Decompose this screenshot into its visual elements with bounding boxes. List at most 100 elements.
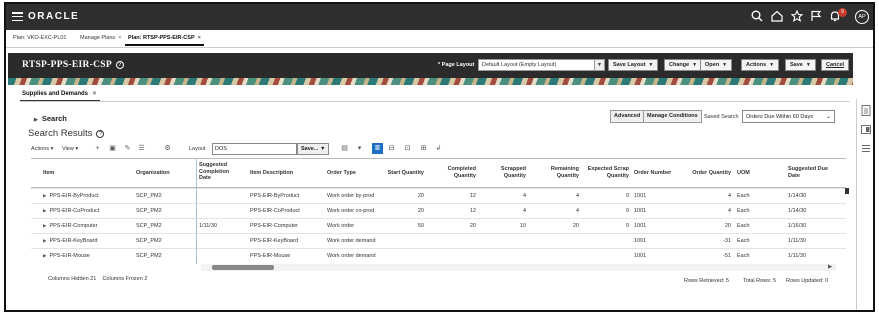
expand-row-icon[interactable]: ▶ [43, 208, 46, 213]
cell-org: SCP_PM2 [136, 193, 162, 199]
chevron-down-icon[interactable]: ▾ [355, 144, 364, 154]
search-section-toggle[interactable]: ▶ Search [34, 114, 67, 123]
expand-row-icon[interactable]: ▶ [43, 223, 46, 228]
cell-text: SCP_PM2 [136, 223, 162, 229]
cell-desc: PPS-EIR-ByProduct [250, 193, 299, 199]
results-layout-select[interactable]: DOS ▼ [212, 143, 306, 155]
freeze-icon[interactable]: ▥ [372, 143, 383, 154]
actions-button[interactable]: Actions ▼ [741, 59, 780, 71]
cell-scrapped: 4 [491, 208, 526, 214]
table-row[interactable]: ▶ PPS-EIR-KeyBoard SCP_PM2 PPS-EIR-KeyBoard… [31, 233, 846, 248]
columns-icon[interactable]: ▤ [340, 144, 349, 154]
button-label: Save Layout [613, 62, 646, 68]
open-button[interactable]: Open ▼ [700, 59, 733, 71]
collapse-icon[interactable]: ⊡ [403, 144, 412, 154]
global-header: ORACLE 9 AP [6, 4, 873, 30]
table-row[interactable]: ▶ PPS-EIR-Computer SCP_PM2 1/11/30 PPS-EIR-C… [31, 218, 846, 233]
search-icon[interactable] [750, 10, 763, 23]
add-icon[interactable]: + [93, 144, 102, 154]
cell-text: 1001 [634, 208, 647, 214]
home-icon[interactable] [770, 10, 783, 23]
cell-org: SCP_PM2 [136, 208, 162, 214]
grid-footer-left: Columns Hidden 21 Columns Frozen 2 [48, 276, 147, 282]
wrap-icon[interactable]: ↲ [434, 144, 443, 154]
tab-supplies-and-demands[interactable]: Supplies and Demands × [22, 91, 96, 97]
cell-text: -51 [723, 253, 731, 259]
close-icon[interactable]: × [198, 35, 201, 41]
cell-text: 20 [417, 208, 424, 214]
cell-item: ▶ PPS-EIR-Computer [43, 223, 97, 229]
save-grid-icon[interactable]: ▣ [108, 144, 117, 154]
flag-icon[interactable] [809, 10, 822, 23]
total-rows: Total Rows: 5 [743, 278, 777, 284]
cell-completion: 1/11/30 [199, 223, 217, 229]
manage-conditions-button[interactable]: Manage Conditions [643, 110, 702, 123]
expand-icon[interactable]: ⊞ [419, 144, 428, 154]
expand-row-icon[interactable]: ▶ [43, 253, 46, 258]
detach-icon[interactable]: ⊟ [387, 144, 396, 154]
results-title-text: Search Results [28, 128, 93, 139]
save-button[interactable]: Save ▼ [785, 59, 816, 71]
banner-decoration [8, 78, 853, 85]
help-icon[interactable]: ? [115, 61, 124, 69]
panel-layout-icon[interactable] [861, 124, 871, 135]
cell-text: 12 [469, 208, 476, 214]
cell-text: PPS-EIR-Mouse [250, 253, 291, 259]
expand-row-icon[interactable]: ▶ [43, 238, 46, 243]
cancel-button[interactable]: Cancel [821, 59, 850, 71]
cell-desc: PPS-EIR-CoProduct [250, 208, 300, 214]
horizontal-scroll-thumb[interactable] [212, 265, 274, 270]
export-icon[interactable]: ☰ [137, 144, 146, 154]
cell-text: PPS-EIR-Computer [49, 223, 98, 229]
hamburger-menu-icon[interactable] [12, 12, 23, 22]
page-title: RTSP-PPS-EIR-CSP? [22, 60, 124, 70]
tab-plan-rtsp[interactable]: Plan: RTSP-PPS-EIR-CSP × [125, 35, 204, 46]
table-row[interactable]: ▶ PPS-EIR-ByProduct SCP_PM2 PPS-EIR-ByProdu… [31, 188, 846, 203]
list-icon[interactable] [861, 143, 871, 154]
close-icon[interactable]: × [93, 91, 97, 97]
cell-text: SCP_PM2 [136, 208, 162, 214]
actions-menu[interactable]: Actions ▾ [31, 144, 53, 154]
cell-order-qty: -31 [683, 238, 731, 244]
button-label: Change [669, 62, 690, 68]
star-icon[interactable] [790, 9, 803, 23]
expand-row-icon[interactable]: ▶ [43, 193, 46, 198]
advanced-search-button[interactable]: Advanced [610, 110, 645, 123]
saved-search-select[interactable]: Orders Due Within 60 Days ⌄ [742, 110, 835, 123]
cell-remaining: 20 [543, 223, 579, 229]
close-icon[interactable]: × [118, 35, 121, 41]
cell-exp-scrap: 0 [582, 208, 629, 214]
column-header[interactable]: Suggested Completion Date [199, 162, 241, 190]
page-layout-select[interactable]: Default Layout (Empty Layout) ▼ [478, 59, 605, 71]
layout-save-button[interactable]: Save... ▼ [297, 143, 330, 155]
vertical-scroll-handle[interactable] [845, 188, 849, 194]
cell-type: Work order demand [327, 253, 376, 259]
avatar[interactable]: AP [855, 10, 869, 24]
cell-desc: PPS-EIR-Computer [250, 223, 298, 229]
help-icon[interactable]: ? [96, 130, 105, 138]
page-title-text: RTSP-PPS-EIR-CSP [22, 60, 112, 70]
cell-text: PPS-EIR-KeyBoard [49, 238, 98, 244]
horizontal-scrollbar[interactable] [201, 264, 836, 271]
settings-icon[interactable]: ⚙ [163, 144, 172, 154]
change-button[interactable]: Change ▼ [664, 59, 703, 71]
cell-text: SCP_PM2 [136, 193, 162, 199]
table-row[interactable]: ▶ PPS-EIR-CoProduct SCP_PM2 PPS-EIR-CoProdu… [31, 203, 846, 218]
tab-plan-vko[interactable]: Plan: VKO-EXC-PL01 [13, 35, 67, 41]
cell-uom: Each [737, 253, 750, 259]
cell-text: 1001 [634, 238, 647, 244]
cell-type: Work order demand [327, 238, 376, 244]
plan-header-banner: RTSP-PPS-EIR-CSP? * Page Layout Default … [8, 53, 853, 85]
edit-icon[interactable]: ✎ [123, 144, 132, 154]
rows-retrieved: Rows Retrieved: 5 [684, 278, 729, 284]
scroll-right-arrow[interactable]: ▶ [828, 264, 832, 270]
cell-order-no: 1001 [634, 208, 646, 214]
document-icon[interactable] [861, 105, 871, 116]
chevron-down-icon[interactable]: ▼ [594, 60, 604, 70]
view-menu[interactable]: View ▾ [62, 144, 78, 154]
tab-manage-plans[interactable]: Manage Plans × [80, 35, 121, 41]
cell-item: ▶ PPS-EIR-ByProduct [43, 193, 99, 199]
save-layout-button[interactable]: Save Layout ▼ [608, 59, 659, 71]
table-row[interactable]: ▶ PPS-EIR-Mouse SCP_PM2 PPS-EIR-Mouse Work o… [31, 248, 846, 263]
cell-uom: Each [737, 208, 750, 214]
